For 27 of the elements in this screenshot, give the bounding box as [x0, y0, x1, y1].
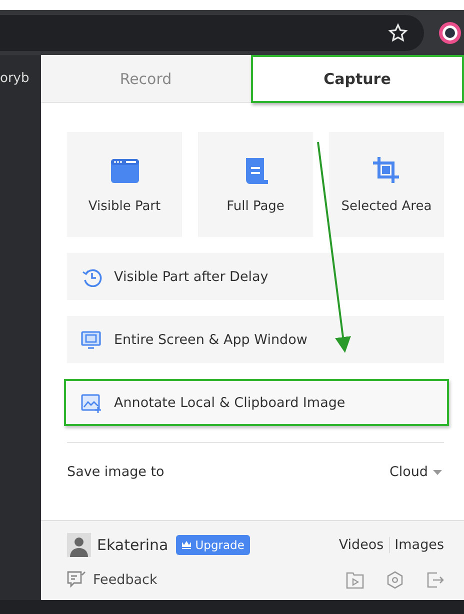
- capture-option[interactable]: Annotate Local & Clipboard Image: [64, 379, 449, 426]
- bookmark-text: oryb: [0, 71, 30, 86]
- capture-tile[interactable]: Visible Part: [67, 132, 182, 237]
- feedback-button[interactable]: Feedback: [67, 570, 158, 589]
- avatar-icon: [67, 533, 91, 558]
- image-icon: [81, 392, 102, 412]
- capture-option[interactable]: Visible Part after Delay: [67, 253, 444, 300]
- clock-icon: [81, 266, 102, 286]
- crown-icon: [182, 541, 192, 550]
- settings-icon[interactable]: [386, 570, 404, 589]
- capture-tile[interactable]: Full Page: [198, 132, 313, 237]
- extension-icon[interactable]: [438, 20, 462, 44]
- upgrade-button[interactable]: Upgrade: [176, 535, 250, 556]
- sign-out-icon[interactable]: [426, 570, 444, 589]
- nav-link[interactable]: Images: [394, 537, 444, 554]
- feedback-icon: [67, 570, 87, 589]
- star-icon[interactable]: [388, 22, 408, 42]
- video-icon[interactable]: [346, 570, 364, 589]
- caret-icon: [433, 470, 442, 474]
- save-dropdown[interactable]: Cloud: [389, 464, 442, 480]
- capture-option[interactable]: Entire Screen & App Window: [67, 316, 444, 363]
- user-name: Ekaterina: [97, 536, 168, 554]
- tab[interactable]: Capture: [250, 55, 464, 103]
- monitor-icon: [81, 330, 102, 350]
- capture-tile[interactable]: Selected Area: [329, 132, 444, 237]
- save-label: Save image to: [67, 464, 164, 480]
- nav-link[interactable]: Videos: [338, 537, 384, 554]
